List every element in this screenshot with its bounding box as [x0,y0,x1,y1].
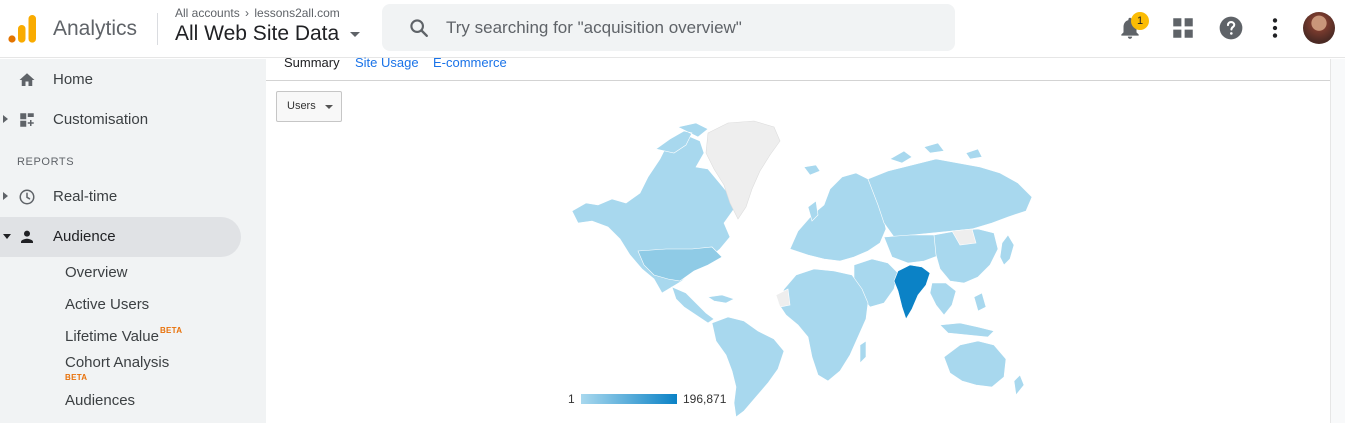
search-box[interactable] [382,4,955,51]
beta-badge: BETA [65,373,88,382]
notification-badge: 1 [1131,12,1149,30]
collapse-arrow-icon [3,234,11,239]
divider [157,13,158,45]
legend-max-value: 196,871 [683,392,727,406]
avatar[interactable] [1303,12,1335,44]
clock-icon [19,189,35,205]
chevron-right-icon: › [245,6,250,20]
map-region-western-sahara[interactable] [775,288,791,308]
subitem-label: Lifetime Value [65,328,159,345]
sidebar-item-label: Audience [53,228,116,245]
sidebar: Home Customisation REPORTS Real-time Aud… [0,59,266,423]
expand-arrow-icon [3,192,8,200]
map-region-new-zealand[interactable] [1013,374,1025,396]
search-icon [410,19,428,37]
map-region-africa[interactable] [777,268,869,382]
person-icon [21,230,33,243]
sidebar-item-label: Real-time [53,188,118,205]
sidebar-subitem-cohort-analysis[interactable]: Cohort Analysis BETA [65,354,170,382]
map-region-southeast-asia[interactable] [929,282,957,316]
property-label: lessons2all.com [254,6,340,20]
map-region-iceland[interactable] [803,164,821,176]
tab-e-commerce[interactable]: E-commerce [433,55,507,70]
subitem-label: Cohort Analysis [65,354,170,371]
legend-min-value: 1 [568,392,575,406]
expand-arrow-icon [3,115,8,123]
map-region-caribbean[interactable] [707,294,735,304]
tab-site-usage[interactable]: Site Usage [355,55,419,70]
legend-color-scale [581,394,677,404]
metric-dropdown-value: Users [287,100,316,112]
reports-section-label: REPORTS [17,156,75,168]
sidebar-item-home[interactable]: Home [0,60,241,100]
view-name: All Web Site Data [175,22,340,45]
apps-grid-icon[interactable] [1170,15,1196,41]
top-bar: Analytics All accounts › lessons2all.com… [0,0,1345,58]
sidebar-subitem-active-users[interactable]: Active Users [65,296,149,313]
sidebar-item-real-time[interactable]: Real-time [0,177,241,217]
sidebar-subitem-overview[interactable]: Overview [65,264,128,281]
subitem-label: Active Users [65,296,150,313]
product-name: Analytics [53,17,138,40]
caret-down-icon [350,31,361,37]
metric-dropdown[interactable]: Users [276,91,342,122]
tab-summary[interactable]: Summary [284,55,340,70]
sidebar-item-label: Customisation [53,111,149,128]
help-icon[interactable] [1218,15,1244,41]
sidebar-subitem-lifetime-value[interactable]: Lifetime ValueBETA [65,326,183,345]
map-region-japan[interactable] [999,234,1015,266]
map-region-india[interactable] [893,264,931,320]
world-map[interactable] [568,119,1038,419]
map-region-australia[interactable] [943,340,1007,388]
sidebar-item-label: Home [53,71,94,88]
map-legend: 1 196,871 [568,392,768,406]
map-region-russia[interactable] [867,158,1033,238]
sidebar-subitem-audiences[interactable]: Audiences [65,392,135,409]
view-selector[interactable]: All Web Site Data [175,22,361,46]
dashboard-customise-icon [20,113,34,127]
report-panel: Summary Site Usage E-commerce Users 1 19… [266,55,1345,423]
map-region-madagascar[interactable] [859,340,867,364]
beta-badge: BETA [159,326,183,335]
subitem-label: Overview [65,264,128,281]
sidebar-item-customisation[interactable]: Customisation [0,100,241,140]
analytics-logo[interactable] [8,14,38,44]
home-icon [19,73,35,86]
subitem-label: Audiences [65,392,136,409]
account-label: All accounts [175,6,240,20]
account-breadcrumb[interactable]: All accounts › lessons2all.com [175,6,340,20]
report-tabs: Summary Site Usage E-commerce [266,55,1330,81]
map-region-central-america[interactable] [671,286,715,324]
search-input[interactable] [446,14,926,42]
more-vert-icon[interactable] [1262,15,1288,41]
caret-down-icon [325,105,333,109]
scroll-track[interactable] [1330,59,1345,423]
sidebar-item-audience[interactable]: Audience [0,217,241,257]
